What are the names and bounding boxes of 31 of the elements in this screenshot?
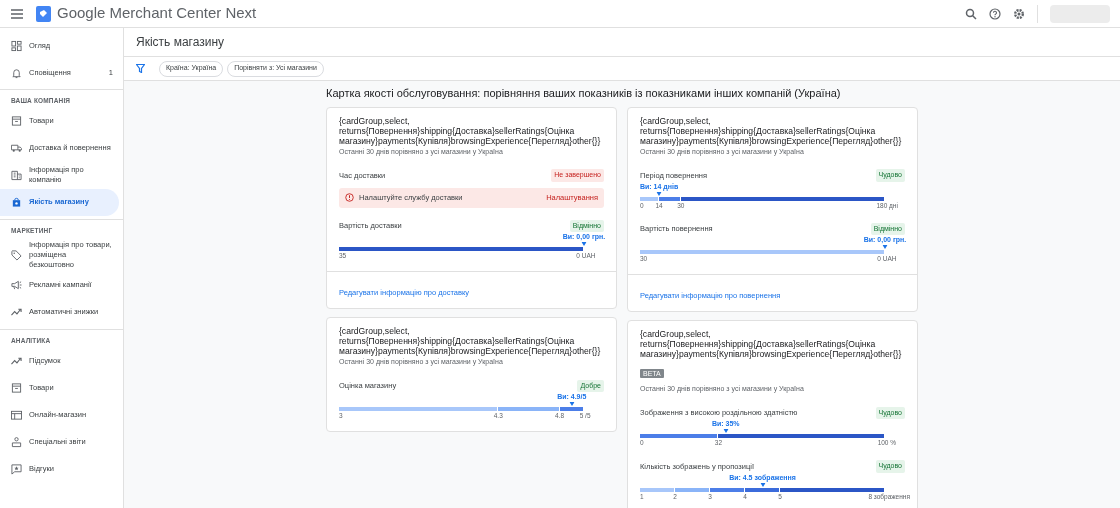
marker-triangle-icon <box>882 245 888 249</box>
marker-triangle-icon <box>656 191 662 196</box>
card-title: {cardGroup,select, returns{Повернення}shipping{Доставка}sellerRatings{Оцінка магазину}payments{Купівля}browsingExperience{Перегляд}other{}} <box>339 115 602 146</box>
card-title: {cardGroup,select, returns{Повернення}shipping{Доставка}sellerRatings{Оцінка магазину}payments{Купівля}browsingExperience{Перегляд}other{}} <box>339 326 602 356</box>
card-title: {cardGroup,select, returns{Повернення}shipping{Доставка}sellerRatings{Оцінка магазину}payments{Купівля}browsingExperience{Перегляд}other{}} <box>640 115 903 146</box>
error-icon <box>345 193 354 202</box>
megaphone-icon <box>11 279 22 291</box>
storefront-icon <box>11 408 22 421</box>
section-heading: Картка якості обслуговування: порівняння ваших показників із показниками інших компаній (Україна) <box>326 86 842 101</box>
card-title: {cardGroup,select, returns{Повернення}shipping{Доставка}sellerRatings{Оцінка магазину}payments{Купівля}browsingExperience{Перегляд}other{}} <box>640 329 903 359</box>
building-icon <box>11 169 22 182</box>
marker-triangle-icon <box>569 402 575 406</box>
marker-triangle-icon <box>581 242 587 246</box>
help-icon[interactable] <box>989 7 1001 20</box>
dashboard-icon <box>11 39 22 52</box>
trend-line-icon <box>11 306 22 318</box>
filter-icon[interactable] <box>136 64 145 73</box>
bell-icon <box>11 66 22 79</box>
app-title: Google Merchant Center Next <box>57 3 257 24</box>
bag-icon <box>11 196 22 209</box>
marker-triangle-icon <box>723 429 729 433</box>
box-icon <box>11 115 22 128</box>
marker-triangle-icon <box>760 482 765 487</box>
search-icon[interactable] <box>965 7 977 20</box>
tag-icon <box>11 248 22 261</box>
truck-icon <box>11 142 22 155</box>
page-title: Якість магазину <box>124 28 1120 57</box>
star-comment-icon <box>11 462 22 475</box>
logo-icon <box>36 5 51 22</box>
box-icon <box>11 381 22 394</box>
menu-icon[interactable] <box>10 8 24 19</box>
